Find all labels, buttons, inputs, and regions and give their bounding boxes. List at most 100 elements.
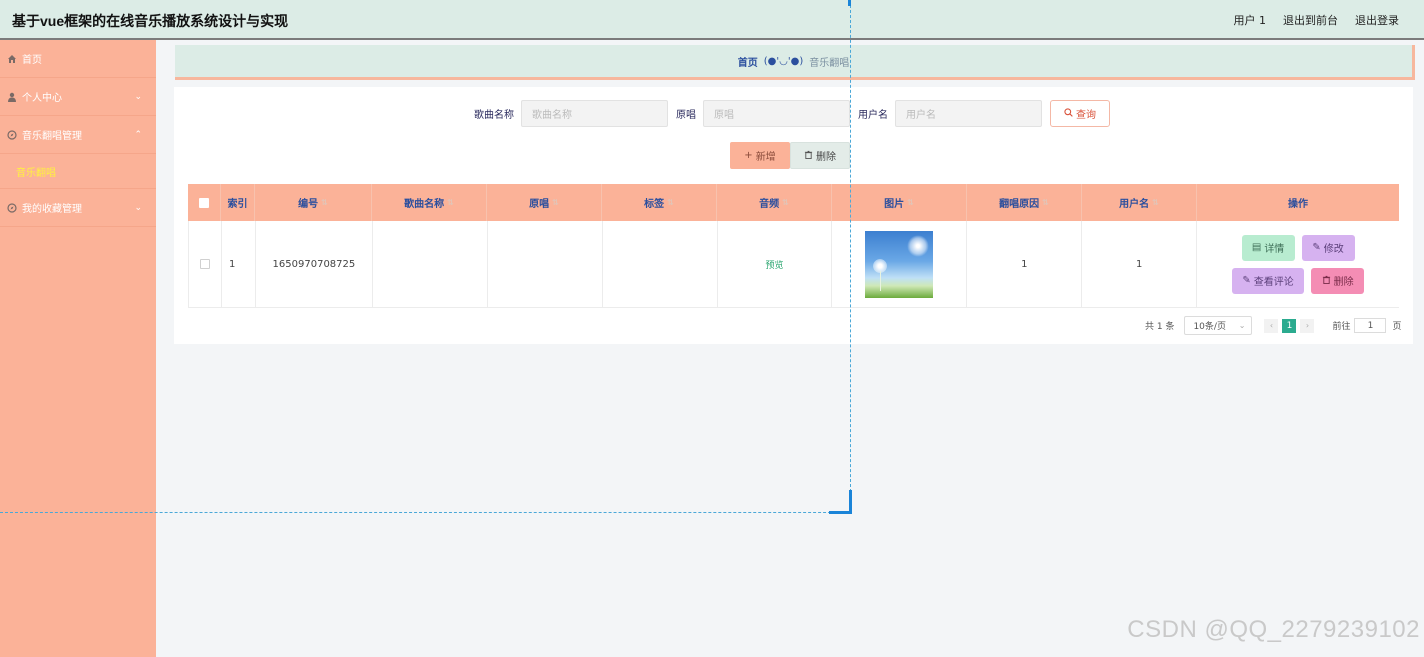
document-icon: ▤ [1251,242,1262,253]
column-label: 歌曲名称 [404,199,445,210]
column-header[interactable]: 歌曲名称 ⇅ [372,184,487,221]
main-panel: 歌曲名称 歌曲名称 原唱 原唱 用户名 用户名 查询 + 新增 删除 索引 编号… [174,87,1413,344]
original-singer-input[interactable]: 原唱 [703,100,850,127]
view-comments-button[interactable]: ✎ 查看评论 [1232,267,1305,294]
next-page-button[interactable]: › [1300,318,1315,333]
row-operations: ▤ 详情 ✎ 修改 ✎ 查看评论 删除 [1232,234,1365,294]
sort-icon[interactable]: ⇅ [447,198,454,207]
column-header[interactable]: 图片 ⇅ [832,184,967,221]
ops-row: ▤ 详情 ✎ 修改 [1241,234,1355,261]
app-title: 基于vue框架的在线音乐播放系统设计与实现 [12,13,289,29]
logout-link[interactable]: 退出登录 [1355,12,1399,28]
goto-page-input[interactable]: 1 [1354,318,1387,333]
song-cell [373,221,488,307]
reason-cell: 1 [967,221,1083,307]
username-cell: 1 [1082,221,1198,307]
back-to-front-link[interactable]: 退出到前台 [1283,12,1338,28]
chevron-right-icon: › [1305,321,1310,330]
sidebar-item-label: 音乐翻唱管理 [22,131,82,142]
index-cell: 1 [222,221,256,307]
select-all-checkbox[interactable] [199,197,209,208]
capture-guide-vertical [850,0,851,512]
page-size-value: 10条/页 [1193,322,1226,332]
batch-delete-label: 删除 [816,152,836,163]
row-checkbox[interactable] [199,259,210,269]
sort-icon[interactable]: ⇅ [1042,198,1049,207]
select-all-cell [188,184,221,221]
sidebar: 首页 个人中心 ⌄ 音乐翻唱管理 ⌃ 音乐翻唱 我的收藏管理 ⌄ [0,40,156,657]
batch-delete-button[interactable]: 删除 [790,142,850,169]
column-header[interactable]: 编号 ⇅ [255,184,372,221]
add-button-label: 新增 [755,152,776,163]
edit-button-label: 修改 [1323,244,1344,255]
column-header[interactable]: 原唱 ⇅ [487,184,602,221]
song-name-input[interactable]: 歌曲名称 [521,100,668,127]
capture-guide-horizontal [0,512,851,513]
current-user[interactable]: 用户 1 [1234,12,1267,28]
row-delete-button[interactable]: 删除 [1311,267,1365,294]
compass-icon [6,129,18,141]
page-size-select[interactable]: 10条/页 ⌄ [1184,316,1253,335]
row-delete-label: 删除 [1333,277,1354,288]
total-count: 共 1 条 [1145,322,1175,332]
tag-cell [603,221,718,307]
sidebar-item-label: 我的收藏管理 [22,204,82,215]
column-header: 索引 [221,184,255,221]
column-label: 操作 [1288,199,1308,210]
sort-icon[interactable]: ⇅ [552,198,559,207]
sort-icon[interactable]: ⇅ [321,198,328,207]
column-header[interactable]: 标签 ⇅ [602,184,717,221]
capture-handle-top[interactable] [848,0,851,6]
number-cell: 1650970708725 [256,221,373,307]
column-label: 用户名 [1119,199,1150,210]
capture-handle-corner[interactable] [829,490,852,514]
table-header: 索引 编号 ⇅ 歌曲名称 ⇅ 原唱 ⇅ 标签 ⇅ 音频 ⇅ 图片 ⇅ 翻唱原因 ⇅ 用户名 ⇅ … [188,184,1399,221]
column-header[interactable]: 音频 ⇅ [717,184,832,221]
trash-icon [1322,275,1331,287]
column-label: 标签 [644,199,665,210]
sidebar-item-favorites-management[interactable]: 我的收藏管理 ⌄ [0,189,156,227]
audio-cell: 预览 [718,221,833,307]
top-header: 基于vue框架的在线音乐播放系统设计与实现 用户 1 退出到前台 退出登录 [0,0,1424,40]
sort-icon[interactable]: ⇅ [782,198,789,207]
prev-page-button[interactable]: ‹ [1264,318,1279,333]
sort-icon[interactable]: ⇅ [667,198,674,207]
edit-button[interactable]: ✎ 修改 [1301,234,1355,261]
ops-row: ✎ 查看评论 删除 [1232,267,1365,294]
username-input[interactable]: 用户名 [895,100,1042,127]
table-row: 1 1650970708725 预览 1 1 ▤ 详情 ✎ 修改 ✎ 查看评论 … [188,221,1399,308]
breadcrumb-home[interactable]: 首页 [738,54,758,69]
column-label: 索引 [227,199,248,210]
sidebar-item-home[interactable]: 首页 [0,40,156,78]
sidebar-subitem-music-cover[interactable]: 音乐翻唱 [0,154,156,189]
goto-label: 前往 [1332,322,1351,332]
view-comments-label: 查看评论 [1253,277,1294,288]
row-select-cell [189,221,222,307]
sort-icon[interactable]: ⇅ [907,198,914,207]
query-button[interactable]: 查询 [1050,100,1110,127]
pencil-icon: ✎ [1242,275,1251,286]
column-label: 翻唱原因 [999,199,1040,210]
sort-icon[interactable]: ⇅ [1152,198,1159,207]
original-singer-label: 原唱 [676,110,696,121]
original-cell [488,221,603,307]
image-cell [832,221,968,307]
column-header[interactable]: 用户名 ⇅ [1082,184,1197,221]
search-icon [1064,107,1073,120]
audio-preview-link[interactable]: 预览 [766,258,784,271]
add-button[interactable]: + 新增 [730,142,790,169]
column-label: 图片 [884,199,905,210]
column-label: 编号 [298,199,319,210]
watermark: CSDN @QQ_2279239102 [1127,616,1420,643]
sidebar-item-personal-center[interactable]: 个人中心 ⌄ [0,78,156,116]
detail-button-label: 详情 [1264,244,1285,255]
page-number-current[interactable]: 1 [1282,318,1297,333]
column-header[interactable]: 翻唱原因 ⇅ [967,184,1082,221]
action-toolbar: + 新增 删除 [730,142,850,169]
detail-button[interactable]: ▤ 详情 [1241,234,1295,261]
breadcrumb: 首页 (●'◡'●) 音乐翻唱 [175,45,1415,80]
cover-image[interactable] [865,230,934,298]
chevron-down-icon: ⌄ [134,91,142,102]
sidebar-item-cover-management[interactable]: 音乐翻唱管理 ⌃ [0,116,156,154]
column-label: 音频 [759,199,780,210]
